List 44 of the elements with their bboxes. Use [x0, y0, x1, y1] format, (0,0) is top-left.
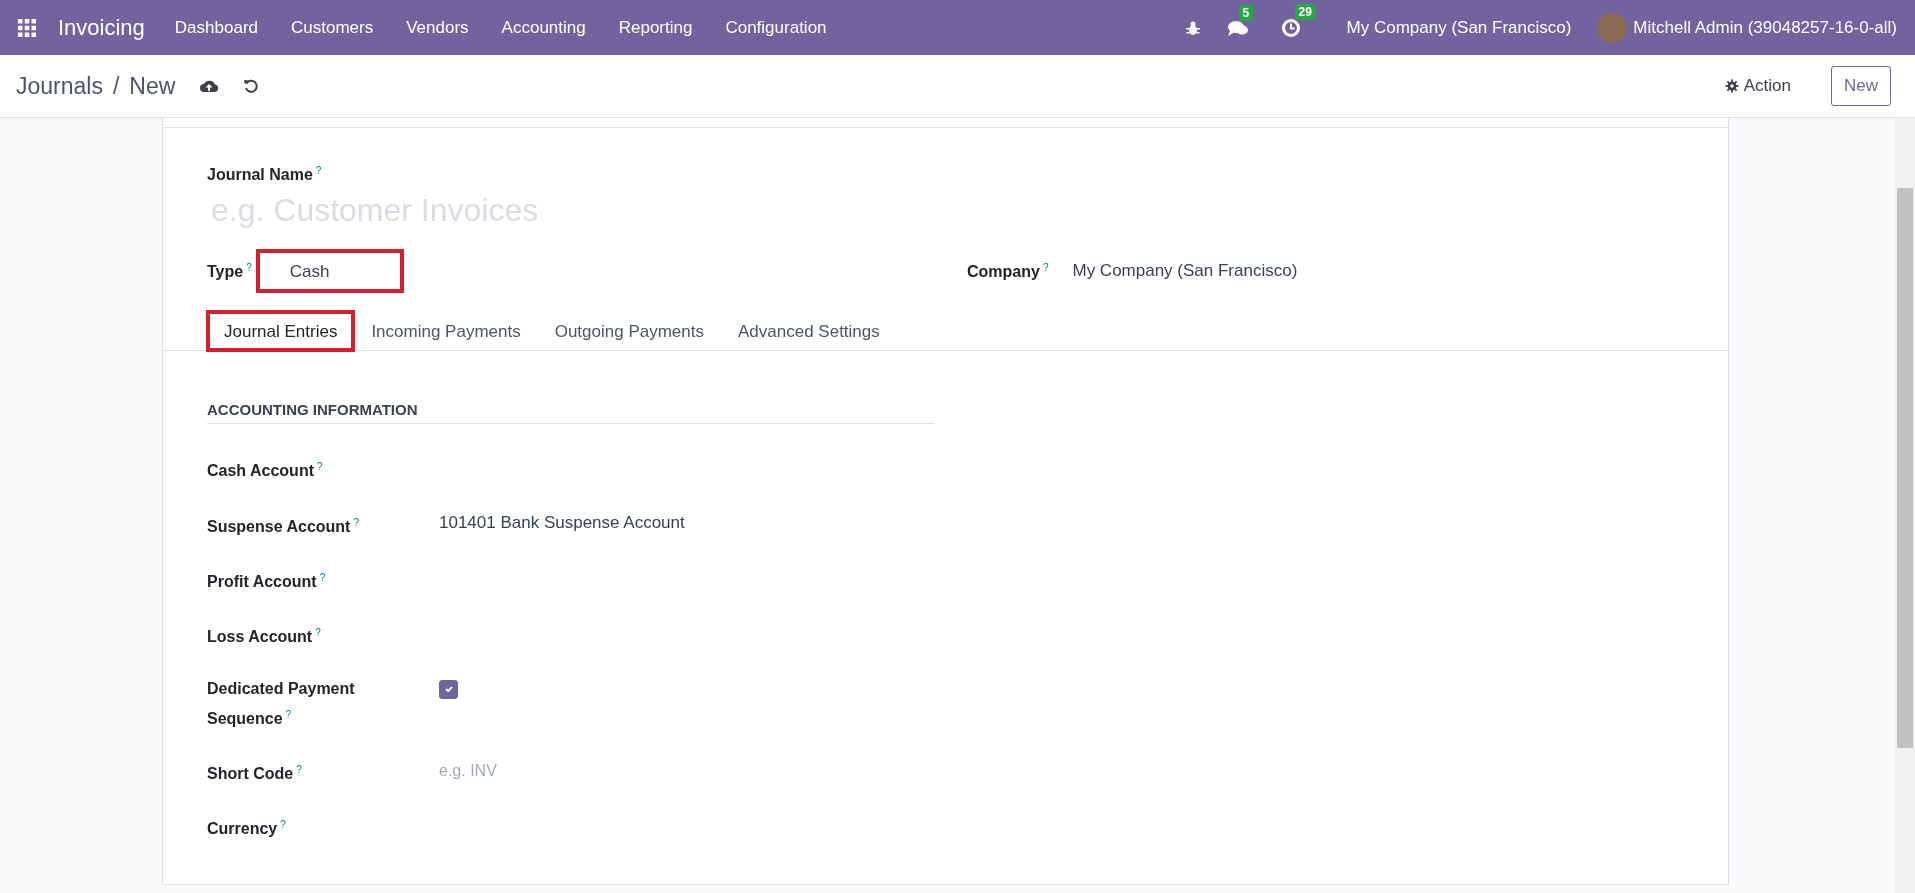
- field-label: Currency $^{?}$: [207, 818, 287, 840]
- cloud-upload-icon[interactable]: [199, 78, 220, 94]
- bug-icon[interactable]: [1184, 19, 1201, 36]
- menu-item[interactable]: Customers: [291, 17, 374, 38]
- scrollbar[interactable]: [1895, 118, 1915, 893]
- action-menu-button[interactable]: Action: [1718, 70, 1797, 102]
- tab[interactable]: Outgoing Payments: [537, 311, 721, 352]
- breadcrumb-current: New: [129, 72, 176, 100]
- company-select[interactable]: My Company (San Francisco): [1072, 261, 1298, 282]
- menu-item[interactable]: Configuration: [725, 17, 827, 38]
- message-count-badge: 5: [1238, 4, 1254, 21]
- gear-icon: [1724, 79, 1739, 93]
- user-menu[interactable]: Mitchell Admin (39048257-16-0-all): [1633, 17, 1897, 38]
- tab[interactable]: Advanced Settings: [721, 311, 897, 352]
- breadcrumb-link[interactable]: Journals: [16, 72, 103, 100]
- tab[interactable]: Journal Entries: [207, 311, 355, 352]
- check-icon: [443, 684, 454, 695]
- menu-item[interactable]: Dashboard: [174, 17, 258, 38]
- field-label: Suspense Account $^{?}$: [207, 515, 360, 537]
- field-label: Loss Account $^{?}$: [207, 626, 322, 648]
- field-label: Dedicated Payment Sequence $^{?}$: [207, 678, 356, 729]
- breadcrumb-separator: /: [112, 72, 120, 100]
- field-label: Type $^{?}$: [207, 261, 252, 281]
- activity-count-badge: 29: [1294, 3, 1316, 20]
- apps-grid-icon[interactable]: [18, 18, 36, 37]
- chat-icon[interactable]: [1226, 18, 1249, 37]
- menu-item[interactable]: Accounting: [501, 17, 586, 38]
- new-button[interactable]: New: [1831, 66, 1891, 106]
- field-label: Profit Account $^{?}$: [207, 571, 327, 593]
- account-select[interactable]: 101401 Bank Suspense Account: [439, 513, 685, 534]
- app-name-link[interactable]: Invoicing: [58, 14, 145, 41]
- type-select[interactable]: Cash: [255, 249, 404, 294]
- field-label: Company $^{?}$: [967, 261, 1049, 281]
- field-label: Short Code $^{?}$: [207, 762, 303, 785]
- section-heading: ACCOUNTING INFORMATION: [207, 401, 934, 425]
- tab[interactable]: Incoming Payments: [354, 311, 538, 352]
- field-label: Cash Account $^{?}$: [207, 460, 324, 482]
- field-label: Journal Name $^{?}$: [207, 165, 323, 185]
- company-switcher[interactable]: My Company (San Francisco): [1346, 17, 1572, 38]
- undo-icon[interactable]: [243, 78, 260, 94]
- menu-item[interactable]: Vendors: [406, 17, 469, 38]
- menu-item[interactable]: Reporting: [618, 17, 693, 38]
- checkbox[interactable]: [439, 679, 458, 699]
- clock-icon[interactable]: [1280, 17, 1301, 38]
